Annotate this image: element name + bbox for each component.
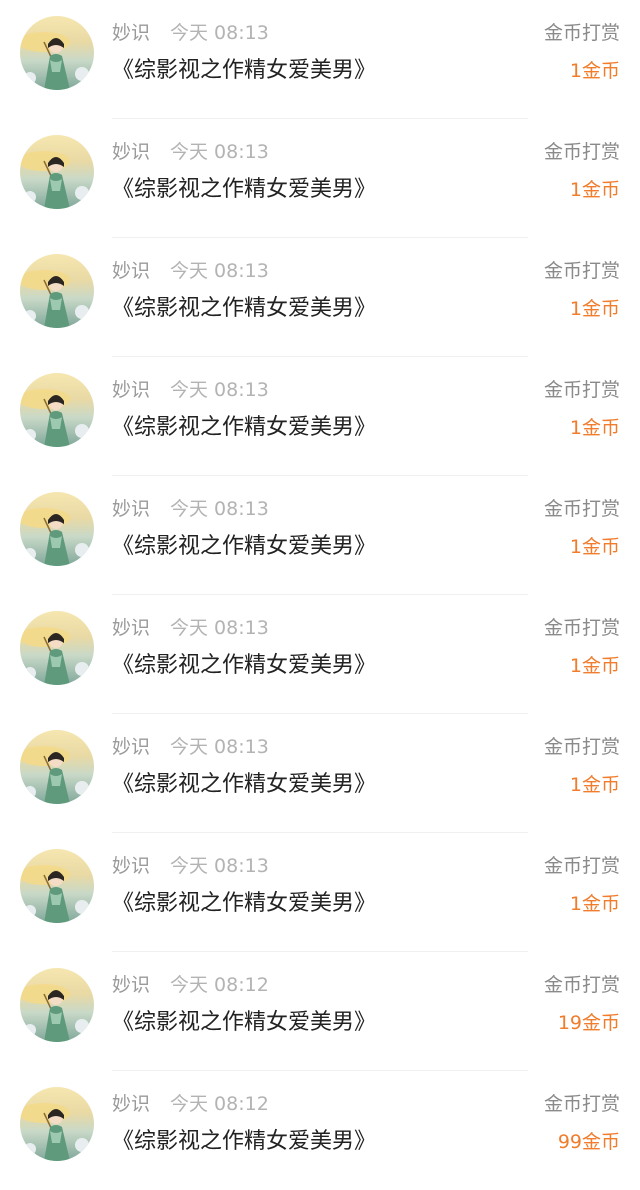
reward-amount: 19金币 bbox=[557, 1012, 620, 1034]
reward-type-label: 金币打赏 bbox=[543, 974, 620, 996]
reward-type-label: 金币打赏 bbox=[543, 22, 620, 44]
reward-type-label: 金币打赏 bbox=[543, 498, 620, 520]
book-title[interactable]: 《综影视之作精女爱美男》 bbox=[112, 1008, 376, 1038]
reward-amount: 99金币 bbox=[557, 1131, 620, 1153]
reward-amount: 1金币 bbox=[569, 417, 620, 439]
book-title[interactable]: 《综影视之作精女爱美男》 bbox=[112, 889, 376, 919]
reward-amount: 1金币 bbox=[569, 60, 620, 82]
reward-time: 今天 08:13 bbox=[170, 855, 269, 877]
book-title[interactable]: 《综影视之作精女爱美男》 bbox=[112, 413, 376, 443]
book-title[interactable]: 《综影视之作精女爱美男》 bbox=[112, 532, 376, 562]
reward-amount: 1金币 bbox=[569, 774, 620, 796]
user-avatar-icon[interactable] bbox=[20, 135, 94, 209]
reward-list: 妙识 今天 08:13 《综影视之作精女爱美男》 金币打赏 1金币 妙识 今天 … bbox=[0, 0, 640, 1165]
user-avatar-icon[interactable] bbox=[20, 373, 94, 447]
reward-type-label: 金币打赏 bbox=[543, 141, 620, 163]
reward-time: 今天 08:13 bbox=[170, 141, 269, 163]
user-avatar-icon[interactable] bbox=[20, 730, 94, 804]
book-title[interactable]: 《综影视之作精女爱美男》 bbox=[112, 651, 376, 681]
user-name[interactable]: 妙识 bbox=[112, 139, 150, 165]
user-avatar-icon[interactable] bbox=[20, 1087, 94, 1161]
user-name[interactable]: 妙识 bbox=[112, 853, 150, 879]
user-name[interactable]: 妙识 bbox=[112, 1091, 150, 1117]
user-name[interactable]: 妙识 bbox=[112, 377, 150, 403]
book-title[interactable]: 《综影视之作精女爱美男》 bbox=[112, 175, 376, 205]
reward-type-label: 金币打赏 bbox=[543, 617, 620, 639]
user-name[interactable]: 妙识 bbox=[112, 496, 150, 522]
reward-amount: 1金币 bbox=[569, 893, 620, 915]
user-name[interactable]: 妙识 bbox=[112, 20, 150, 46]
user-name[interactable]: 妙识 bbox=[112, 734, 150, 760]
user-name[interactable]: 妙识 bbox=[112, 258, 150, 284]
reward-row[interactable]: 妙识 今天 08:13 《综影视之作精女爱美男》 金币打赏 1金币 bbox=[0, 595, 640, 714]
reward-time: 今天 08:13 bbox=[170, 379, 269, 401]
reward-row[interactable]: 妙识 今天 08:13 《综影视之作精女爱美男》 金币打赏 1金币 bbox=[0, 119, 640, 238]
reward-row[interactable]: 妙识 今天 08:13 《综影视之作精女爱美男》 金币打赏 1金币 bbox=[0, 833, 640, 952]
book-title[interactable]: 《综影视之作精女爱美男》 bbox=[112, 56, 376, 86]
reward-amount: 1金币 bbox=[569, 298, 620, 320]
reward-row[interactable]: 妙识 今天 08:13 《综影视之作精女爱美男》 金币打赏 1金币 bbox=[0, 238, 640, 357]
user-avatar-icon[interactable] bbox=[20, 849, 94, 923]
reward-amount: 1金币 bbox=[569, 655, 620, 677]
reward-type-label: 金币打赏 bbox=[543, 260, 620, 282]
reward-time: 今天 08:13 bbox=[170, 498, 269, 520]
book-title[interactable]: 《综影视之作精女爱美男》 bbox=[112, 1127, 376, 1157]
reward-time: 今天 08:13 bbox=[170, 22, 269, 44]
user-avatar-icon[interactable] bbox=[20, 254, 94, 328]
reward-amount: 1金币 bbox=[569, 536, 620, 558]
reward-row[interactable]: 妙识 今天 08:12 《综影视之作精女爱美男》 金币打赏 19金币 bbox=[0, 952, 640, 1071]
reward-row[interactable]: 妙识 今天 08:12 《综影视之作精女爱美男》 金币打赏 99金币 bbox=[0, 1071, 640, 1190]
reward-type-label: 金币打赏 bbox=[543, 379, 620, 401]
user-avatar-icon[interactable] bbox=[20, 16, 94, 90]
reward-row[interactable]: 妙识 今天 08:13 《综影视之作精女爱美男》 金币打赏 1金币 bbox=[0, 476, 640, 595]
reward-time: 今天 08:13 bbox=[170, 736, 269, 758]
reward-time: 今天 08:13 bbox=[170, 260, 269, 282]
book-title[interactable]: 《综影视之作精女爱美男》 bbox=[112, 294, 376, 324]
reward-time: 今天 08:12 bbox=[170, 974, 269, 996]
reward-time: 今天 08:13 bbox=[170, 617, 269, 639]
reward-time: 今天 08:12 bbox=[170, 1093, 269, 1115]
user-avatar-icon[interactable] bbox=[20, 611, 94, 685]
reward-row[interactable]: 妙识 今天 08:13 《综影视之作精女爱美男》 金币打赏 1金币 bbox=[0, 714, 640, 833]
reward-type-label: 金币打赏 bbox=[543, 736, 620, 758]
user-avatar-icon[interactable] bbox=[20, 492, 94, 566]
reward-type-label: 金币打赏 bbox=[543, 855, 620, 877]
user-name[interactable]: 妙识 bbox=[112, 972, 150, 998]
user-avatar-icon[interactable] bbox=[20, 968, 94, 1042]
reward-amount: 1金币 bbox=[569, 179, 620, 201]
reward-type-label: 金币打赏 bbox=[543, 1093, 620, 1115]
reward-row[interactable]: 妙识 今天 08:13 《综影视之作精女爱美男》 金币打赏 1金币 bbox=[0, 357, 640, 476]
book-title[interactable]: 《综影视之作精女爱美男》 bbox=[112, 770, 376, 800]
reward-row[interactable]: 妙识 今天 08:13 《综影视之作精女爱美男》 金币打赏 1金币 bbox=[0, 0, 640, 119]
user-name[interactable]: 妙识 bbox=[112, 615, 150, 641]
